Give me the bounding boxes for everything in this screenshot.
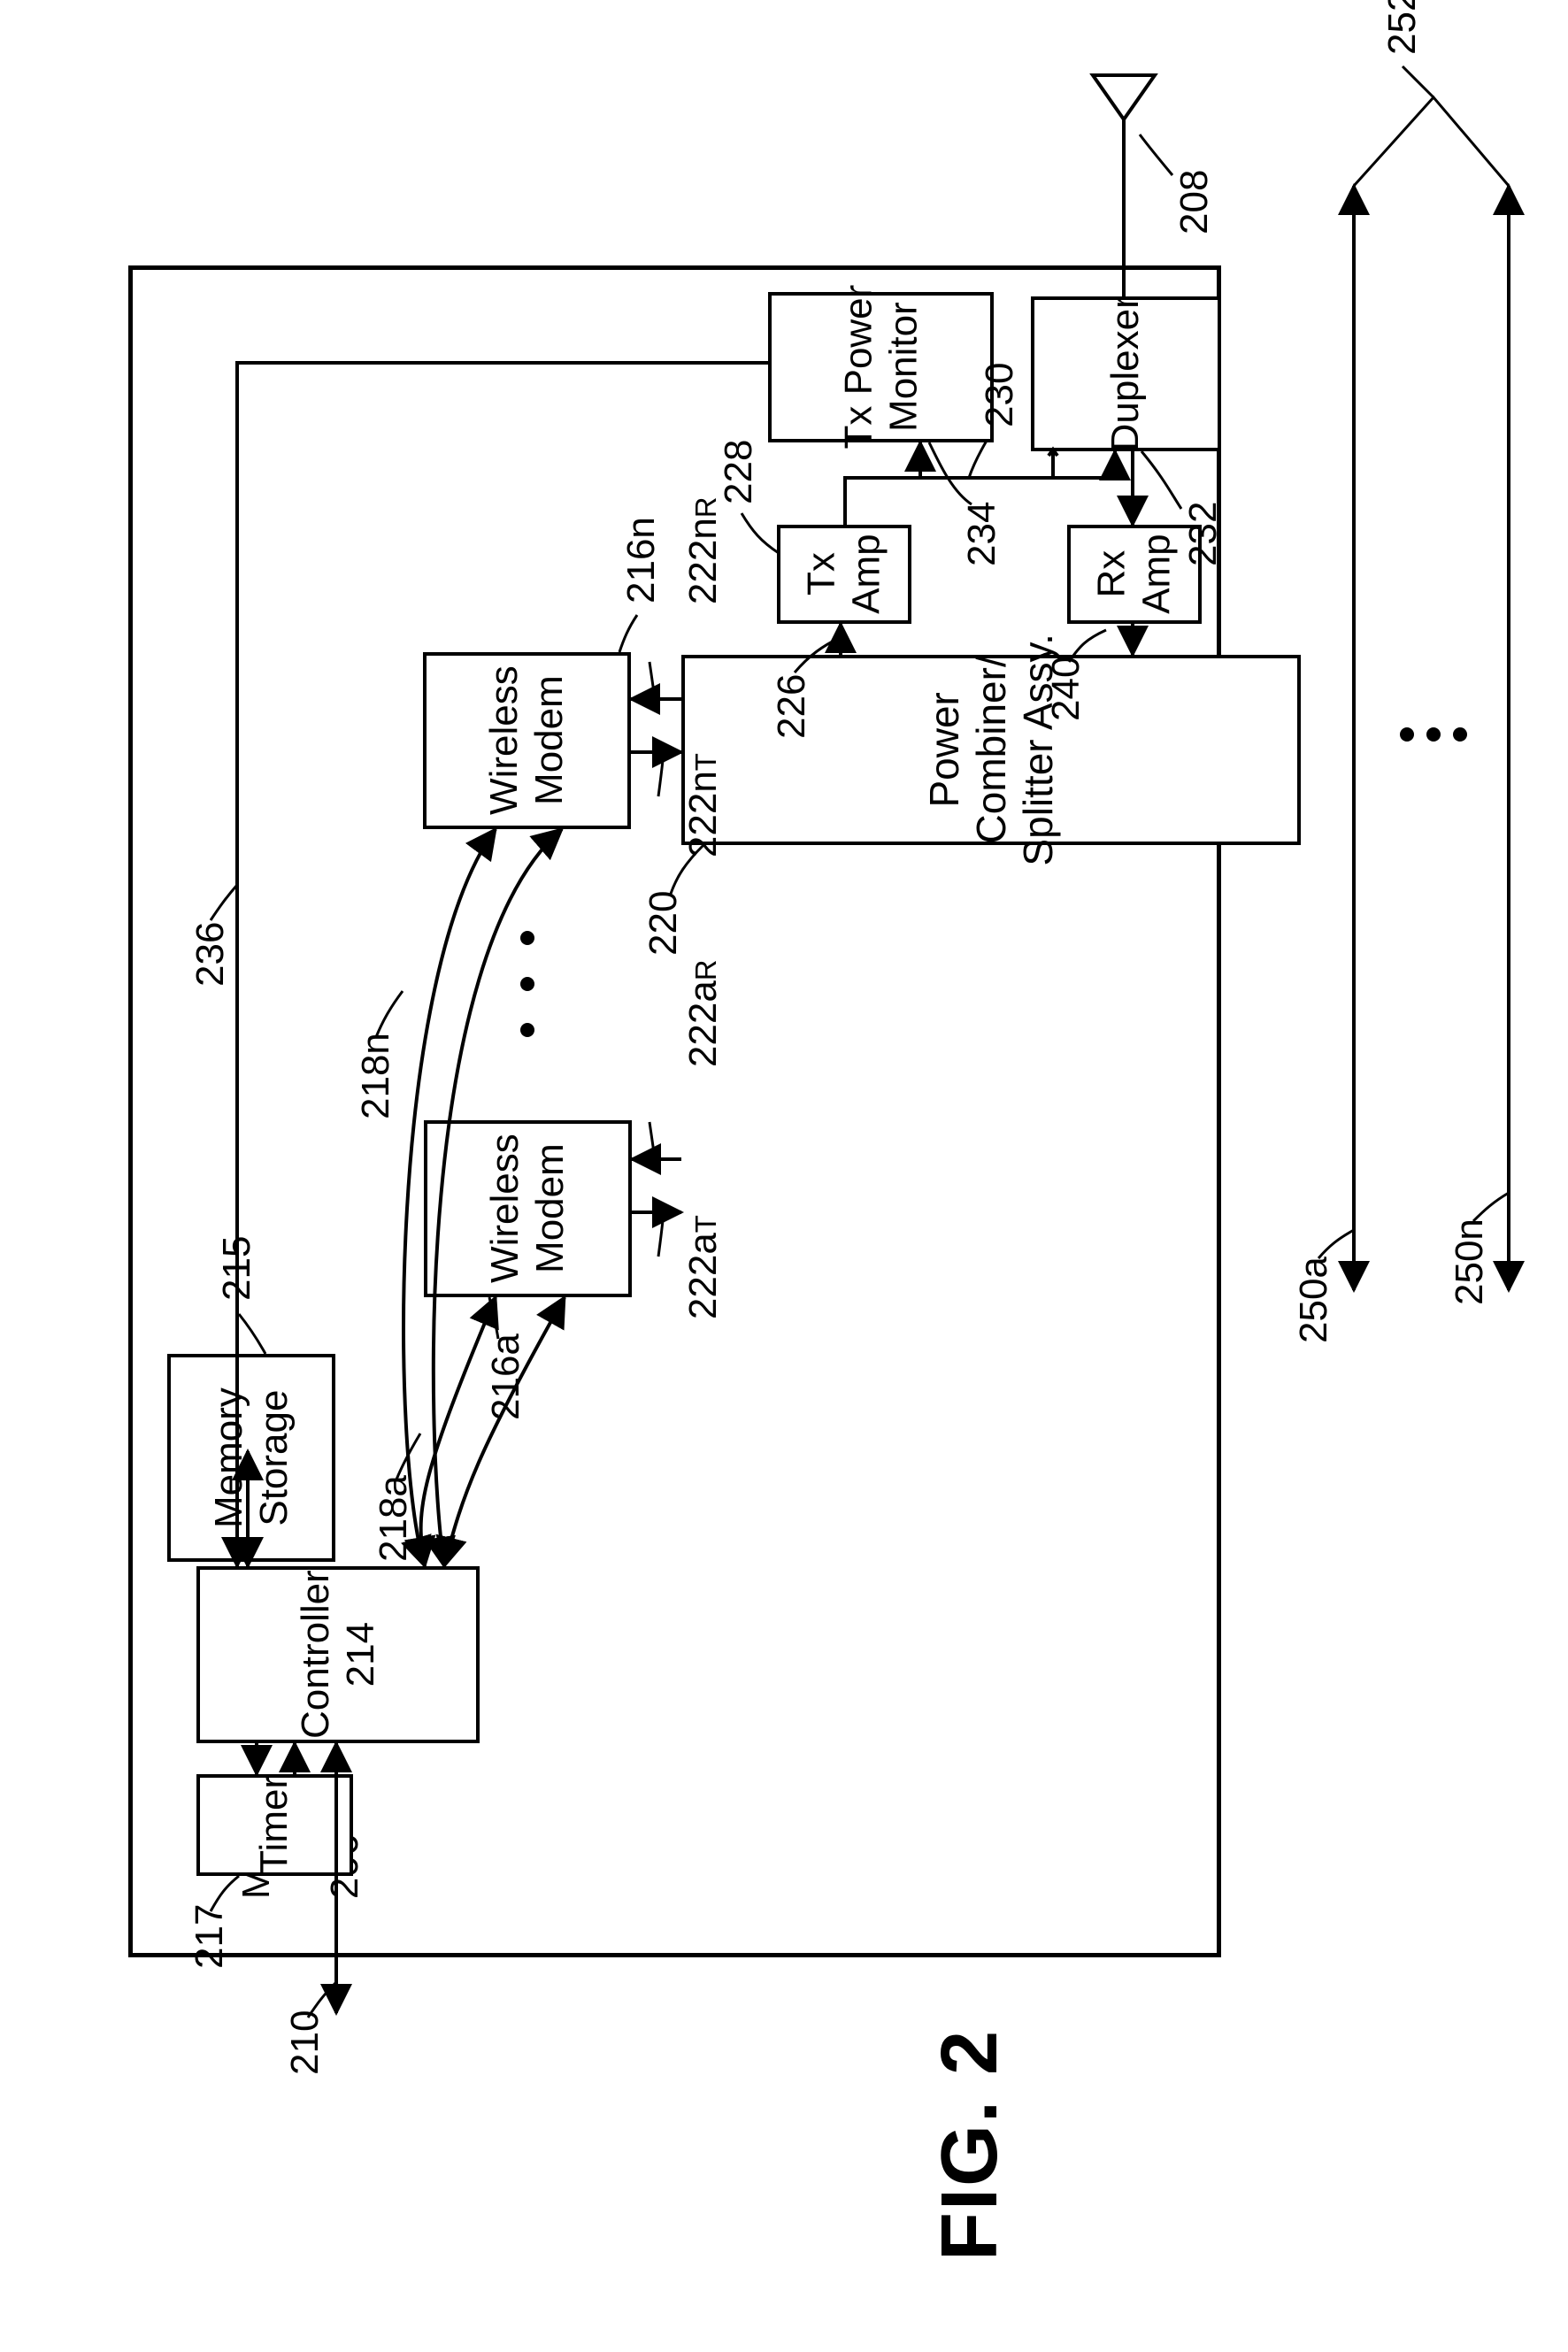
ref-234: 234 [960, 502, 1004, 566]
ref-218n: 218n [354, 1033, 398, 1119]
ref-250a: 250a [1292, 1257, 1336, 1343]
wires-svg [0, 0, 1568, 2352]
ref-240: 240 [1044, 657, 1088, 721]
ref-208: 208 [1172, 170, 1217, 234]
ref-226: 226 [770, 674, 814, 739]
ref-216n: 216n [619, 517, 664, 603]
figure-caption: FIG. 2 [925, 2029, 1016, 2261]
ref-210: 210 [283, 2010, 327, 2075]
ref-215: 215 [215, 1236, 259, 1301]
diagram-canvas: MWT 206 Controller 214 Timer Memory Stor… [0, 0, 1568, 2352]
ref-222nT: 222nT [637, 753, 770, 901]
ref-217: 217 [188, 1904, 232, 1969]
ref-252: 252 [1380, 0, 1425, 55]
ref-236: 236 [188, 922, 233, 987]
ref-216a: 216a [484, 1334, 528, 1420]
ref-250n: 250n [1448, 1218, 1492, 1305]
ref-228: 228 [717, 440, 761, 504]
ref-218a: 218a [372, 1475, 416, 1562]
ref-230: 230 [978, 363, 1022, 427]
ref-222aT: 222aT [637, 1215, 770, 1363]
ref-232: 232 [1181, 502, 1226, 566]
ref-222aR: 222aR [637, 959, 770, 1111]
